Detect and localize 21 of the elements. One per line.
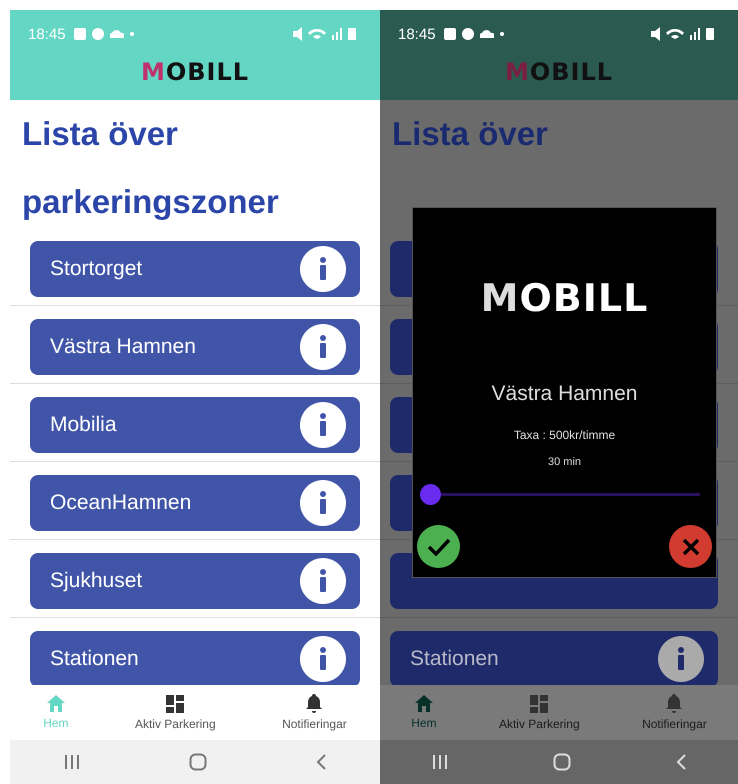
page-title: Lista över [391, 114, 549, 154]
dialog-zone-name: Västra Hamnen [492, 382, 638, 406]
nav-tab[interactable]: Aktiv Parkering [134, 694, 216, 730]
page-title: Lista över parkeringszoner [21, 114, 280, 222]
app-logo: MOBILL [140, 58, 250, 86]
zone-button[interactable]: Västra Hamnen [30, 319, 360, 375]
zone-button[interactable]: Sjukhuset [30, 553, 360, 609]
duration-text: 30 min [548, 456, 582, 468]
status-time: 18:45 [398, 26, 436, 42]
nav-tab[interactable]: Notifieringar [282, 694, 347, 731]
zone-button[interactable]: Mobilia [30, 397, 360, 453]
zone-button[interactable]: Stationen [390, 631, 718, 685]
zone-button[interactable]: Stortorget [30, 241, 360, 297]
zone-button[interactable]: OceanHamnen [30, 475, 360, 531]
status-time: 18:45 [28, 26, 66, 42]
rate-text: Taxa : 500kr/timme [514, 428, 616, 442]
nav-tab[interactable]: Notifieringar [642, 694, 707, 731]
nav-tab[interactable]: Aktiv Parkering [498, 694, 580, 730]
dialog-logo: MOBILL [480, 276, 648, 320]
zone-button[interactable]: Stationen [30, 631, 360, 685]
app-logo: MOBILL [504, 58, 614, 86]
